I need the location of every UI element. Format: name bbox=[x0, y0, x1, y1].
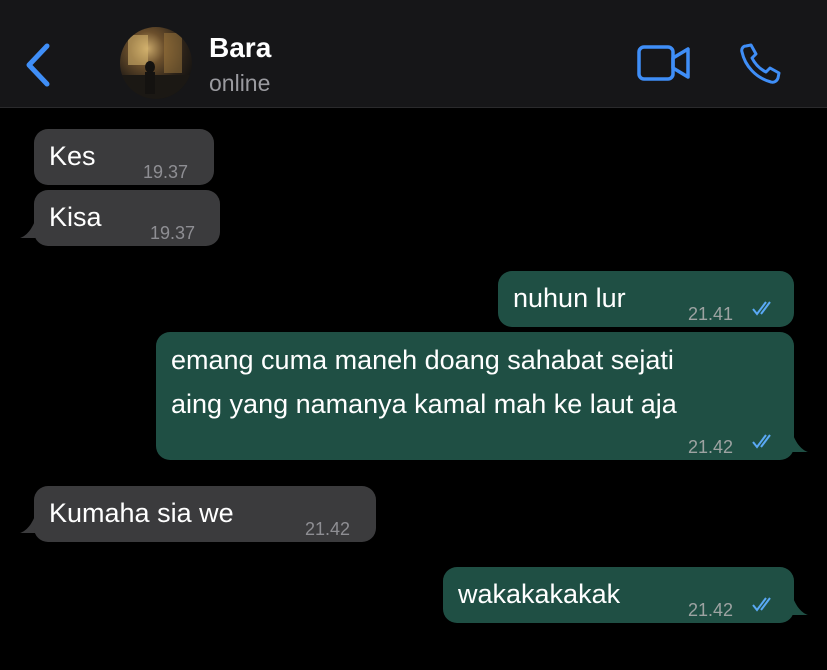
message-time: 21.42 bbox=[305, 519, 351, 539]
voice-call-button[interactable] bbox=[738, 42, 782, 86]
message-bubble-incoming[interactable]: Kisa 19.37 bbox=[34, 190, 220, 246]
avatar-photo bbox=[120, 33, 192, 99]
message-time: 21.41 bbox=[688, 304, 734, 324]
read-receipt-icon bbox=[752, 597, 771, 612]
message-time: 21.42 bbox=[688, 600, 734, 620]
bubble-tail bbox=[782, 595, 808, 615]
message-text-line-2: aing yang namanya kamal mah ke laut aja bbox=[171, 389, 677, 419]
message-text: Kes bbox=[49, 141, 96, 171]
message-bubble-outgoing[interactable]: emang cuma maneh doang sahabat sejati ai… bbox=[156, 332, 794, 460]
video-camera-icon bbox=[637, 45, 690, 81]
read-receipt-icon bbox=[752, 434, 771, 449]
message-text-line-1: emang cuma maneh doang sahabat sejati bbox=[171, 345, 674, 375]
message-text: wakakakakak bbox=[458, 579, 621, 609]
contact-name[interactable]: Bara bbox=[209, 32, 271, 64]
chat-header: Bara online bbox=[0, 0, 827, 108]
back-button[interactable] bbox=[20, 40, 56, 88]
message-text: Kisa bbox=[49, 202, 102, 232]
message-bubble-outgoing[interactable]: nuhun lur 21.41 bbox=[498, 271, 794, 327]
avatar[interactable] bbox=[120, 27, 192, 99]
read-receipt-icon bbox=[752, 301, 771, 316]
contact-status: online bbox=[209, 70, 271, 96]
chevron-left-icon bbox=[26, 43, 50, 87]
message-text: Kumaha sia we bbox=[49, 498, 234, 528]
message-time: 19.37 bbox=[150, 223, 196, 243]
bubble-tail bbox=[782, 432, 808, 452]
message-bubble-incoming[interactable]: Kumaha sia we 21.42 bbox=[34, 486, 376, 542]
message-text: nuhun lur bbox=[513, 283, 626, 313]
video-call-button[interactable] bbox=[636, 42, 692, 84]
message-bubble-outgoing[interactable]: wakakakakak 21.42 bbox=[443, 567, 794, 623]
message-time: 19.37 bbox=[143, 162, 189, 182]
message-time: 21.42 bbox=[688, 437, 734, 457]
phone-icon bbox=[740, 43, 781, 84]
message-bubble-incoming[interactable]: Kes 19.37 bbox=[34, 129, 214, 185]
